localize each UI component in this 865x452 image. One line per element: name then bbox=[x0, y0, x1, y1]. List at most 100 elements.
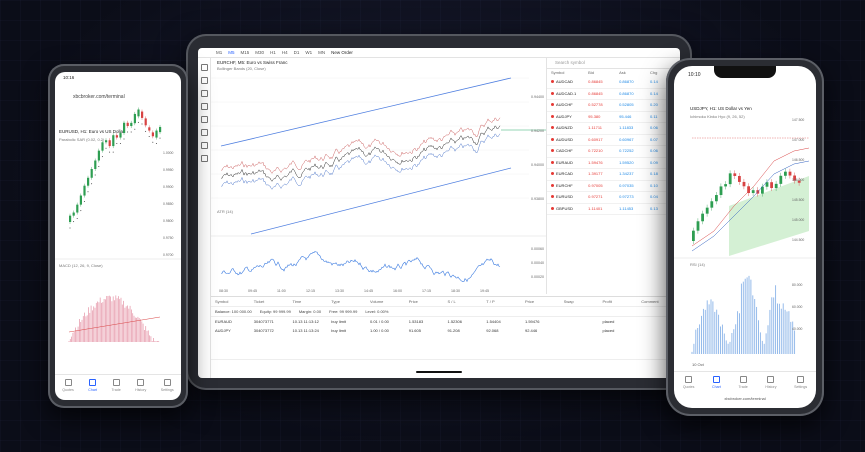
sar-dot bbox=[73, 221, 75, 223]
y-tick-label: 0.94200 bbox=[531, 129, 544, 133]
y-tick-label: 60.000 bbox=[792, 305, 802, 309]
orders-col: Price bbox=[408, 299, 418, 304]
candle-body bbox=[76, 204, 79, 213]
main-chart-area[interactable]: EURCHF, M5: Euro vs Swiss Franc Bollinge… bbox=[211, 58, 546, 294]
atr-line bbox=[220, 251, 501, 283]
home-indicator bbox=[416, 371, 462, 373]
timeframe-mn[interactable]: MN bbox=[318, 50, 325, 55]
nav-chart[interactable]: Chart bbox=[712, 376, 721, 396]
timeframe-m1[interactable]: M1 bbox=[216, 50, 222, 55]
timeframe-h1[interactable]: H1 bbox=[270, 50, 276, 55]
equity-value: Equity: 99 999.99 bbox=[259, 309, 291, 314]
text-tool-icon[interactable] bbox=[200, 116, 208, 123]
sar-dot bbox=[141, 123, 143, 125]
sar-dot bbox=[83, 201, 85, 203]
watchlist-row[interactable]: AUDCAD.1 0.86845 0.86870 0.14 bbox=[547, 89, 680, 100]
candle-body bbox=[144, 118, 147, 126]
channel-lower-line bbox=[250, 167, 512, 235]
iphone-screen: 10:10 USDJPY, H1: US Dollar vs Yen Ichim… bbox=[674, 66, 816, 408]
candle-body bbox=[751, 190, 755, 194]
nav-chart[interactable]: Chart bbox=[88, 379, 97, 392]
timeframe-w1[interactable]: W1 bbox=[305, 50, 312, 55]
watchlist-row[interactable]: AUDCAD 0.86845 0.86870 0.14 bbox=[547, 77, 680, 89]
order-row[interactable]: EURAUD 304073771 10.13 11:13:12 buy limit 0.… bbox=[211, 317, 680, 326]
timeframe-m5[interactable]: M5 bbox=[228, 50, 234, 55]
macd-label: MACD (12, 26, 9, Close) bbox=[59, 263, 103, 268]
new-order-button[interactable]: New Order bbox=[331, 50, 353, 55]
price-chart-svg: 0.94400 0.94200 0.94000 0.93800 0.00060 0.000… bbox=[211, 77, 546, 293]
status-dot-icon bbox=[551, 183, 554, 187]
y-tick-label: 0.9750 bbox=[163, 236, 173, 240]
nav-quotes[interactable]: Quotes bbox=[62, 379, 74, 392]
watchlist-row[interactable]: GBPUSD 1.11401 1.11453 0.13 bbox=[547, 204, 680, 215]
address-bar[interactable]: xbcbroker.com/terminal bbox=[674, 396, 816, 401]
trade-icon bbox=[739, 376, 747, 383]
sar-dot bbox=[94, 174, 96, 176]
watchlist-row[interactable]: EURUSD 0.97271 0.97273 0.04 bbox=[547, 192, 680, 204]
sar-dot bbox=[112, 151, 114, 153]
timeframe-m15[interactable]: M15 bbox=[241, 50, 250, 55]
watchlist-row[interactable]: AUDCHF 0.52778 0.52805 0.20 bbox=[547, 100, 680, 112]
watchlist-row[interactable]: EURCAD 1.39177 1.34237 0.18 bbox=[547, 169, 680, 181]
candle-body bbox=[126, 122, 129, 127]
x-tick-label: 08:30 bbox=[219, 289, 228, 293]
nav-trade[interactable]: Trade bbox=[111, 379, 121, 392]
watchlist-row[interactable]: AUDJPY 95.380 95.446 0.11 bbox=[547, 112, 680, 123]
status-dot-icon bbox=[551, 91, 554, 95]
nav-settings[interactable]: Settings bbox=[161, 379, 174, 392]
y-tick-label: 0.9700 bbox=[163, 253, 173, 257]
orders-col: Symbol bbox=[215, 299, 229, 304]
sar-dot bbox=[80, 210, 82, 212]
crosshair-tool-icon[interactable] bbox=[200, 64, 208, 71]
rsi-label: RSI (14) bbox=[690, 262, 705, 267]
orders-col: T / P bbox=[486, 299, 495, 304]
delete-tool-icon[interactable] bbox=[200, 155, 208, 162]
watchlist-row[interactable]: EURCHF 0.97005 0.97035 0.10 bbox=[547, 181, 680, 192]
fibonacci-tool-icon[interactable] bbox=[200, 103, 208, 110]
status-dot-icon bbox=[551, 206, 554, 210]
timeframe-d1[interactable]: D1 bbox=[294, 50, 300, 55]
nav-history[interactable]: History bbox=[135, 379, 146, 392]
sar-dot bbox=[127, 131, 129, 133]
orders-col: Volume bbox=[370, 299, 384, 304]
chart-toolbar: M1 M5 M15 M30 H1 H4 D1 W1 MN New Order bbox=[198, 48, 680, 58]
channel-tool-icon[interactable] bbox=[200, 90, 208, 97]
phone-chart-svg[interactable]: 1.0000 0.9950 0.9900 0.9850 0.9800 0.9750 0.97… bbox=[55, 72, 181, 372]
status-dot-icon bbox=[551, 114, 554, 118]
candle-body bbox=[770, 182, 773, 189]
y-tick-label: 0.9950 bbox=[163, 168, 173, 172]
quotes-icon bbox=[685, 376, 693, 383]
search-input[interactable]: Search symbol bbox=[547, 58, 680, 69]
timeframe-m30[interactable]: M30 bbox=[255, 50, 264, 55]
candle-body bbox=[94, 160, 97, 169]
candle-body bbox=[779, 175, 783, 184]
nav-history[interactable]: History bbox=[765, 376, 777, 396]
nav-settings[interactable]: Settings bbox=[794, 376, 807, 396]
sar-dot bbox=[145, 130, 147, 132]
arrow-tool-icon[interactable] bbox=[200, 142, 208, 149]
nav-quotes[interactable]: Quotes bbox=[683, 376, 694, 396]
watchlist-row[interactable]: CADCHF 0.72210 0.72252 0.06 bbox=[547, 146, 680, 158]
candle-body bbox=[90, 168, 93, 178]
gear-icon bbox=[797, 376, 805, 383]
orders-rows: EURAUD 304073771 10.13 11:13:12 buy limit 0.… bbox=[211, 317, 680, 335]
watchlist-row[interactable]: AUDNZD 1.11711 1.11833 0.06 bbox=[547, 123, 680, 135]
candle-body bbox=[733, 173, 737, 176]
order-row[interactable]: AUDJPY 304073772 10.13 11:13:24 buy limit 1.… bbox=[211, 326, 680, 335]
watchlist-rows: AUDCAD 0.86845 0.86870 0.14 AUDCAD.1 0.86845 0… bbox=[547, 77, 680, 215]
sar-dot bbox=[148, 136, 150, 138]
timeframe-h4[interactable]: H4 bbox=[282, 50, 288, 55]
bollinger-lower-line bbox=[220, 133, 501, 190]
y-tick-label: 146.000 bbox=[792, 178, 804, 182]
line-tool-icon[interactable] bbox=[200, 77, 208, 84]
watchlist-row[interactable]: AUDUSD 0.60917 0.60967 0.07 bbox=[547, 135, 680, 146]
nav-trade[interactable]: Trade bbox=[738, 376, 748, 396]
shapes-tool-icon[interactable] bbox=[200, 129, 208, 136]
candle-body bbox=[728, 173, 732, 185]
phone-chart-svg[interactable]: 147.500 147.000 146.500 146.000 145.500 145.0… bbox=[674, 66, 816, 366]
price-line bbox=[220, 125, 501, 182]
sar-dot bbox=[91, 183, 93, 185]
candle-body bbox=[115, 135, 118, 138]
x-tick-label: 19:45 bbox=[480, 289, 489, 293]
watchlist-row[interactable]: EURAUD 1.59476 1.59520 0.09 bbox=[547, 158, 680, 169]
